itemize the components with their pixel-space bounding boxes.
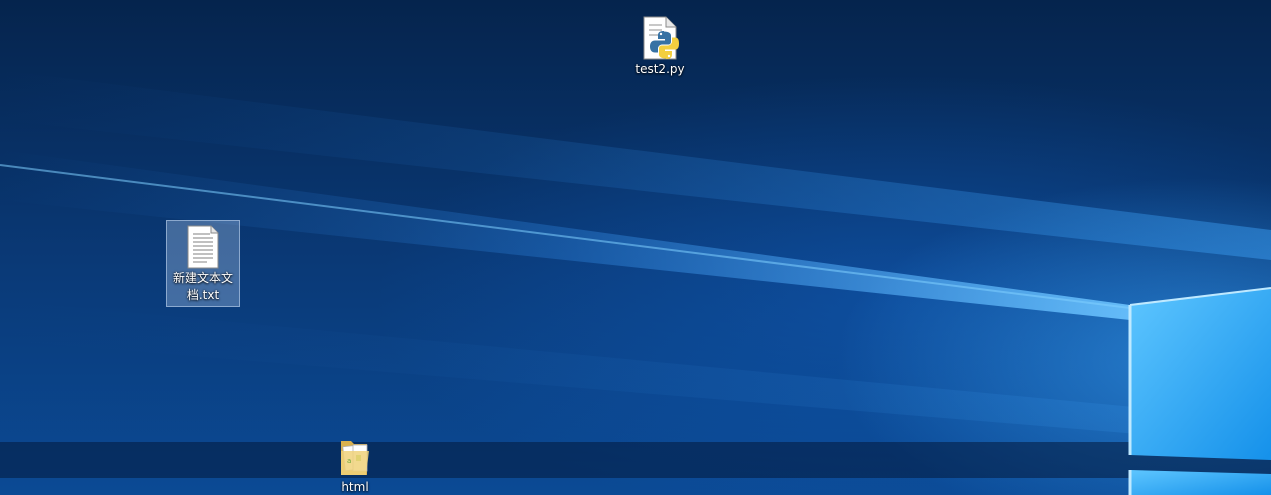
- desktop[interactable]: test2.py 新建文本文档.txt a html: [0, 0, 1271, 495]
- desktop-icon-label: 新建文本文档.txt: [172, 271, 233, 302]
- desktop-icon-html-folder[interactable]: a html: [320, 430, 390, 495]
- folder-icon: a: [335, 433, 375, 479]
- svg-text:a: a: [347, 457, 351, 465]
- desktop-icon-label: test2.py: [635, 62, 685, 76]
- desktop-icon-test2-py[interactable]: test2.py: [625, 12, 695, 80]
- python-file-icon: [640, 15, 680, 61]
- desktop-icon-label: html: [341, 480, 369, 494]
- text-file-icon: [183, 224, 223, 270]
- desktop-icon-new-text-document[interactable]: 新建文本文档.txt: [166, 220, 240, 307]
